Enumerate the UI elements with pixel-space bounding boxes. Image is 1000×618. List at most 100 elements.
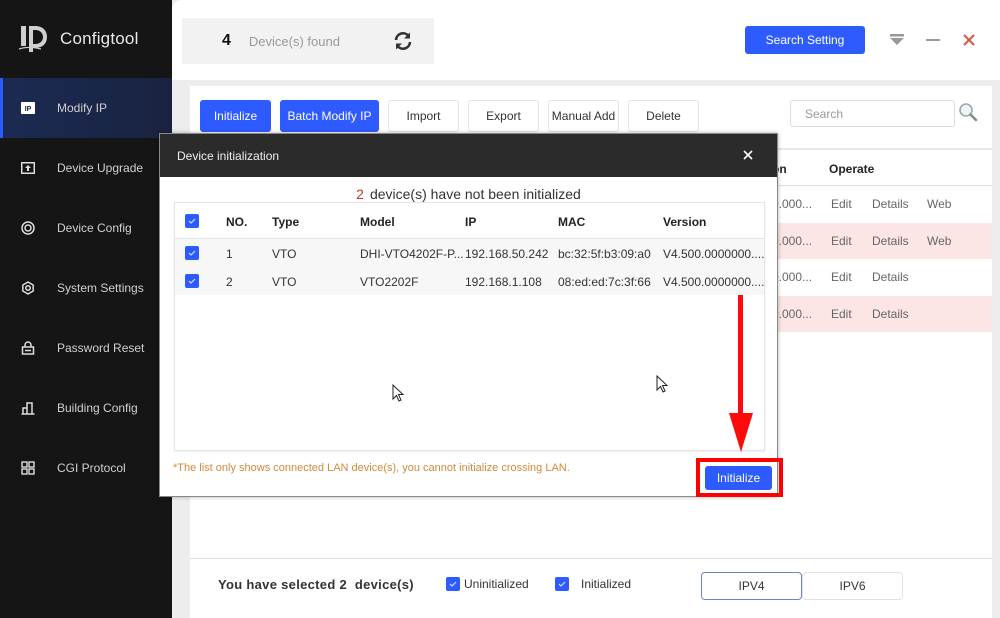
initialized-label: Initialized xyxy=(581,577,632,591)
target-icon xyxy=(20,220,36,236)
mouse-cursor-icon xyxy=(392,383,406,404)
sidebar-item-device-config[interactable]: Device Config xyxy=(0,198,172,258)
model-cell: VTO2202F xyxy=(360,275,419,289)
selected-suffix: device(s) xyxy=(354,577,414,592)
version-cell: 0.000... xyxy=(772,233,813,248)
delete-button[interactable]: Delete xyxy=(628,100,699,132)
uninitialized-checkbox[interactable] xyxy=(446,577,460,591)
dropdown-menu-icon[interactable] xyxy=(887,30,907,50)
sidebar-item-label: Device Config xyxy=(57,221,132,235)
mac-cell: 08:ed:ed:7c:3f:66 xyxy=(558,275,651,289)
import-button[interactable]: Import xyxy=(388,100,459,132)
dialog-title: Device initialization xyxy=(177,149,280,163)
ipv4-toggle[interactable]: IPV4 xyxy=(701,572,802,600)
uninitialized-label: Uninitialized xyxy=(464,577,529,591)
sidebar-item-system-settings[interactable]: System Settings xyxy=(0,258,172,318)
sidebar-item-device-upgrade[interactable]: Device Upgrade xyxy=(0,138,172,198)
top-bar: 4 Device(s) found Search Setting xyxy=(172,0,1000,80)
search-input[interactable] xyxy=(790,100,955,127)
no-cell: 1 xyxy=(226,247,233,261)
column-header-mac: MAC xyxy=(558,215,586,229)
sidebar-item-building-config[interactable]: Building Config xyxy=(0,378,172,438)
selected-prefix: You have selected xyxy=(218,577,336,592)
table-row[interactable]: 2 VTO VTO2202F 192.168.1.108 08:ed:ed:7c… xyxy=(175,267,764,295)
version-cell: 0.000... xyxy=(772,197,813,211)
sidebar: Configtool IP Modify IP Device Upgrade D… xyxy=(0,0,172,618)
sidebar-item-label: Modify IP xyxy=(57,101,108,115)
sidebar-item-label: Building Config xyxy=(57,401,138,415)
dialog-table-header: NO. Type Model IP MAC Version xyxy=(175,203,764,239)
column-header-no: NO. xyxy=(226,215,248,229)
type-cell: VTO xyxy=(272,247,297,261)
app-name: Configtool xyxy=(60,29,139,48)
no-cell: 2 xyxy=(226,275,233,289)
ip-icon: IP xyxy=(20,100,36,116)
export-button[interactable]: Export xyxy=(468,100,539,132)
initialized-checkbox[interactable] xyxy=(555,577,569,591)
type-cell: VTO xyxy=(272,275,297,289)
edit-link[interactable]: Edit xyxy=(831,234,852,248)
ip-cell: 192.168.1.108 xyxy=(465,275,542,289)
model-cell: DHI-VTO4202F-P... xyxy=(360,247,464,261)
initialize-button[interactable]: Initialize xyxy=(200,100,271,132)
edit-link[interactable]: Edit xyxy=(831,270,852,284)
sidebar-item-label: CGI Protocol xyxy=(57,461,126,475)
summary-text: device(s) have not been initialized xyxy=(369,186,581,202)
sidebar-item-label: Device Upgrade xyxy=(57,161,144,175)
search-setting-button[interactable]: Search Setting xyxy=(745,26,865,54)
web-link[interactable]: Web xyxy=(927,197,951,211)
web-link[interactable]: Web xyxy=(927,234,951,248)
manual-add-button[interactable]: Manual Add xyxy=(548,100,619,132)
search-icon[interactable] xyxy=(958,102,978,122)
uninitialized-filter[interactable]: Uninitialized xyxy=(446,577,529,591)
brand: Configtool xyxy=(18,24,139,54)
minimize-icon[interactable] xyxy=(923,30,943,50)
dialog-initialize-button[interactable]: Initialize xyxy=(705,466,772,490)
version-cell: 0.000... xyxy=(772,270,813,284)
initialized-filter[interactable]: Initialized xyxy=(555,577,631,591)
selected-summary: You have selected 2 device(s) xyxy=(218,577,414,592)
selection-footer: You have selected 2 device(s) Uninitiali… xyxy=(190,558,992,618)
sidebar-nav: IP Modify IP Device Upgrade Device Confi… xyxy=(0,78,172,498)
uninitialized-device-table: NO. Type Model IP MAC Version 1 VTO DHI-… xyxy=(174,202,765,451)
version-cell: V4.500.0000000.... xyxy=(663,247,765,261)
details-link[interactable]: Details xyxy=(872,197,909,211)
close-icon[interactable] xyxy=(741,148,755,162)
edit-link[interactable]: Edit xyxy=(831,197,852,211)
lock-icon xyxy=(20,340,36,356)
dialog-header: Device initialization xyxy=(160,134,777,177)
mac-cell: bc:32:5f:b3:09:a0 xyxy=(558,247,651,261)
select-all-checkbox[interactable] xyxy=(185,214,199,228)
details-link[interactable]: Details xyxy=(872,307,909,321)
row-checkbox[interactable] xyxy=(185,246,199,260)
device-found-box: 4 Device(s) found xyxy=(182,18,434,64)
upload-icon xyxy=(20,160,36,176)
column-header-model: Model xyxy=(360,215,395,229)
version-cell: 0.000... xyxy=(772,306,813,321)
device-count: 4 xyxy=(222,32,231,49)
device-found-label: Device(s) found xyxy=(248,33,340,49)
selected-count: 2 xyxy=(339,577,348,592)
uninitialized-count: 2 xyxy=(356,186,364,202)
dialog-summary: 2 device(s) have not been initialized xyxy=(160,186,777,202)
batch-modify-ip-button[interactable]: Batch Modify IP xyxy=(280,100,379,132)
details-link[interactable]: Details xyxy=(872,270,909,284)
device-initialization-dialog: Device initialization 2 device(s) have no… xyxy=(159,133,783,497)
close-window-icon[interactable] xyxy=(959,30,979,50)
sidebar-item-password-reset[interactable]: Password Reset xyxy=(0,318,172,378)
row-checkbox[interactable] xyxy=(185,274,199,288)
sidebar-item-label: System Settings xyxy=(57,281,144,295)
ipv6-toggle[interactable]: IPV6 xyxy=(802,572,903,600)
table-row[interactable]: 1 VTO DHI-VTO4202F-P... 192.168.50.242 b… xyxy=(175,239,764,267)
column-header-ip: IP xyxy=(465,215,477,229)
hex-gear-icon xyxy=(20,280,36,296)
refresh-icon[interactable] xyxy=(392,30,414,52)
details-link[interactable]: Details xyxy=(872,234,909,248)
app-logo-icon xyxy=(18,24,50,54)
sidebar-item-cgi-protocol[interactable]: CGI Protocol xyxy=(0,438,172,498)
sidebar-item-modify-ip[interactable]: IP Modify IP xyxy=(0,78,172,138)
edit-link[interactable]: Edit xyxy=(831,307,852,321)
mouse-cursor-icon xyxy=(656,374,670,395)
ip-cell: 192.168.50.242 xyxy=(465,247,549,261)
lan-notice: *The list only shows connected LAN devic… xyxy=(173,462,570,474)
